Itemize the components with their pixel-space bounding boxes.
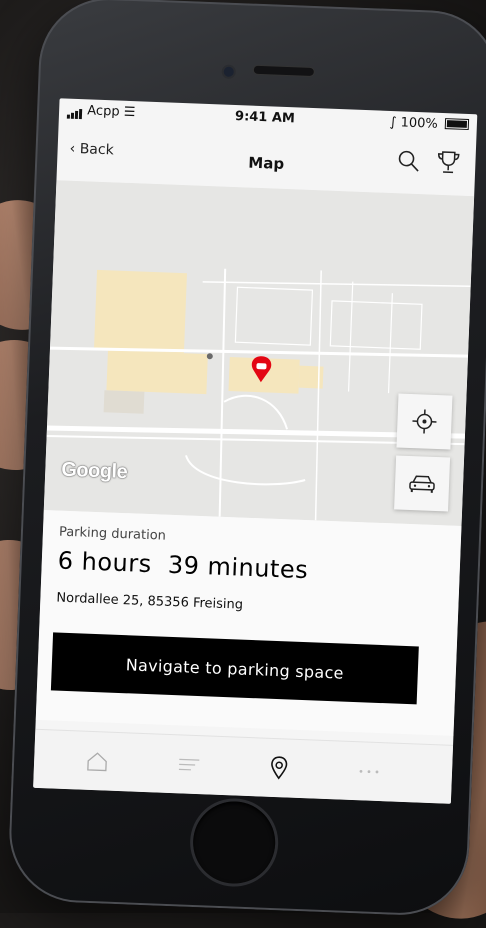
list-icon xyxy=(177,756,202,773)
wifi-icon: ☰ xyxy=(123,105,135,120)
battery-indicator: ∫ 100% xyxy=(389,115,469,133)
home-icon xyxy=(85,750,110,773)
map-building xyxy=(104,390,145,414)
map-view[interactable]: Google xyxy=(44,180,474,526)
bluetooth-icon: ∫ xyxy=(389,115,396,130)
status-time: 9:41 AM xyxy=(235,109,295,126)
earpiece-speaker xyxy=(254,66,314,76)
bottom-tab-bar xyxy=(33,729,453,804)
tab-list[interactable] xyxy=(174,749,205,780)
parking-duration-label: Parking duration xyxy=(59,525,167,544)
phone-frame: Acpp ☰ 9:41 AM ∫ 100% ‹ Back Map xyxy=(7,0,486,917)
battery-percent: 100% xyxy=(400,115,438,131)
carrier-indicator: Acpp ☰ xyxy=(67,103,136,122)
front-camera xyxy=(224,67,234,77)
app-screen: Acpp ☰ 9:41 AM ∫ 100% ‹ Back Map xyxy=(33,98,477,804)
tab-home[interactable] xyxy=(82,746,113,777)
battery-icon xyxy=(445,118,469,130)
map-building xyxy=(94,270,187,353)
navigate-to-parking-button[interactable]: Navigate to parking space xyxy=(51,632,419,704)
signal-icon xyxy=(67,104,84,120)
map-building xyxy=(106,350,207,394)
tab-map[interactable] xyxy=(263,753,294,784)
carrier-name: Acpp xyxy=(87,103,120,119)
parking-address: Nordallee 25, 85356 Freising xyxy=(56,591,243,613)
map-building xyxy=(299,366,324,389)
locate-me-button[interactable] xyxy=(396,394,452,450)
map-pin-icon xyxy=(268,755,291,782)
trophy-icon[interactable] xyxy=(435,149,462,176)
more-icon xyxy=(357,767,381,776)
crosshair-icon xyxy=(411,408,438,435)
tab-more[interactable] xyxy=(353,756,384,787)
car-icon xyxy=(408,472,437,495)
home-button[interactable] xyxy=(192,800,277,885)
google-logo: Google xyxy=(61,459,128,485)
search-icon[interactable] xyxy=(395,147,422,174)
parking-duration-value: 6 hours 39 minutes xyxy=(57,547,308,585)
parking-info-panel: Parking duration 6 hours 39 minutes Nord… xyxy=(36,510,462,736)
show-car-button[interactable] xyxy=(394,455,450,511)
